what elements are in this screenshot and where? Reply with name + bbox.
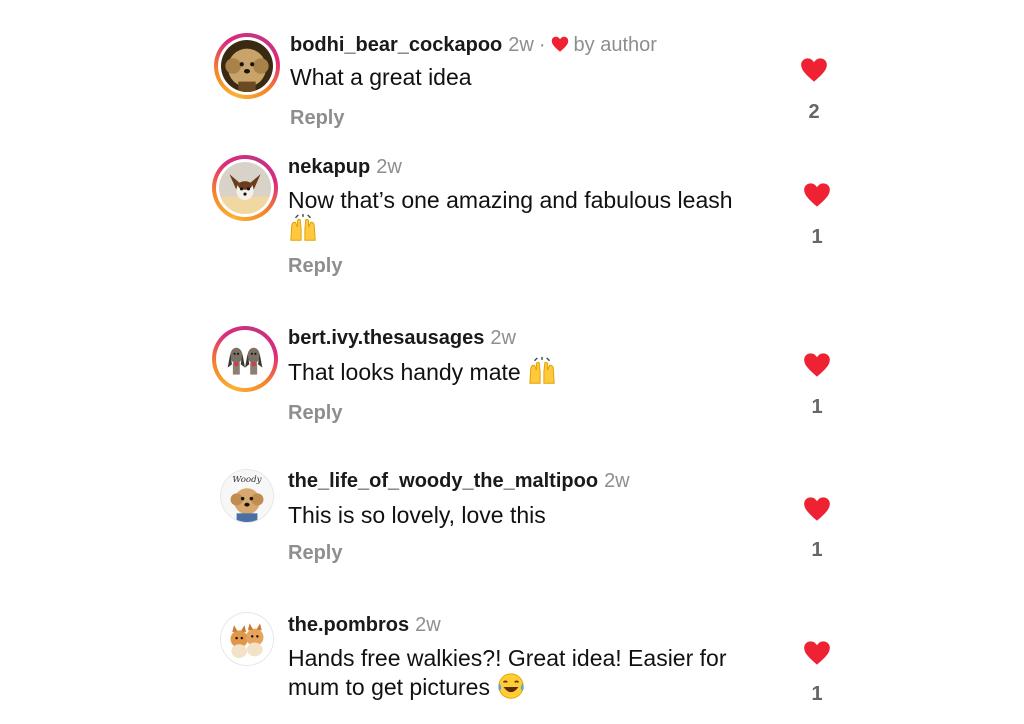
like-count: 1 xyxy=(811,683,823,705)
timestamp: 2w xyxy=(376,156,402,178)
comment-text-content: That looks handy mate xyxy=(288,359,521,386)
like-count: 1 xyxy=(811,539,823,561)
comment-header: the_life_of_woody_the_maltipoo 2w xyxy=(288,468,630,494)
username[interactable]: bodhi_bear_cockapoo xyxy=(290,34,502,56)
comment-header: nekapup 2w xyxy=(288,154,402,180)
separator: · xyxy=(538,34,546,56)
username[interactable]: the_life_of_woody_the_maltipoo xyxy=(288,470,598,492)
sausage-dogs-avatar-icon xyxy=(219,333,271,385)
like-count: 1 xyxy=(811,226,823,248)
username[interactable]: the.pombros xyxy=(288,614,409,636)
comment-text-line2: mum to get pictures xyxy=(288,674,490,701)
liked-by-author-label: by author xyxy=(573,34,657,56)
raising-hands-emoji xyxy=(288,214,318,242)
comment-header: the.pombros 2w xyxy=(288,612,441,638)
story-ring[interactable] xyxy=(214,33,280,99)
like-heart-icon[interactable] xyxy=(803,182,831,208)
comment-text-content: Now that’s one amazing and fabulous leas… xyxy=(288,187,733,213)
comment-header: bodhi_bear_cockapoo 2w · by author xyxy=(290,32,657,58)
reply-button[interactable]: Reply xyxy=(288,401,342,425)
like-heart-icon[interactable] xyxy=(803,352,831,378)
comment-text: What a great idea xyxy=(290,64,472,90)
maltipoo-avatar-icon: Woody xyxy=(221,470,273,522)
comment-text-line1: Hands free walkies?! Great idea! Easier … xyxy=(288,645,727,671)
comment-header: bert.ivy.thesausages 2w xyxy=(288,325,516,351)
reply-button[interactable]: Reply xyxy=(288,254,342,278)
reply-button[interactable]: Reply xyxy=(290,106,344,130)
username[interactable]: nekapup xyxy=(288,156,370,178)
comment-text: That looks handy mate xyxy=(288,357,557,386)
like-count: 2 xyxy=(808,101,820,123)
story-ring[interactable] xyxy=(212,326,278,392)
laughing-tears-emoji xyxy=(496,672,526,700)
like-heart-icon[interactable] xyxy=(803,640,831,666)
avatar[interactable]: Woody xyxy=(220,469,274,523)
author-heart-icon xyxy=(551,33,569,52)
timestamp: 2w xyxy=(604,470,630,492)
raising-hands-emoji xyxy=(527,357,557,385)
like-count: 1 xyxy=(811,396,823,418)
timestamp: 2w xyxy=(415,614,441,636)
cockapoo-avatar-icon xyxy=(221,40,273,92)
comment-text: Hands free walkies?! Great idea! Easier … xyxy=(288,644,788,701)
like-heart-icon[interactable] xyxy=(803,496,831,522)
reply-button[interactable]: Reply xyxy=(288,541,342,565)
comment-text: This is so lovely, love this xyxy=(288,502,546,528)
timestamp: 2w xyxy=(490,327,516,349)
like-heart-icon[interactable] xyxy=(800,57,828,83)
timestamp: 2w xyxy=(508,34,534,56)
username[interactable]: bert.ivy.thesausages xyxy=(288,327,484,349)
avatar-label: Woody xyxy=(232,475,261,485)
papillon-avatar-icon xyxy=(219,162,271,214)
story-ring[interactable] xyxy=(212,155,278,221)
pomeranians-avatar-icon xyxy=(221,613,273,665)
avatar[interactable] xyxy=(220,612,274,666)
comment-text: Now that’s one amazing and fabulous leas… xyxy=(288,186,788,243)
